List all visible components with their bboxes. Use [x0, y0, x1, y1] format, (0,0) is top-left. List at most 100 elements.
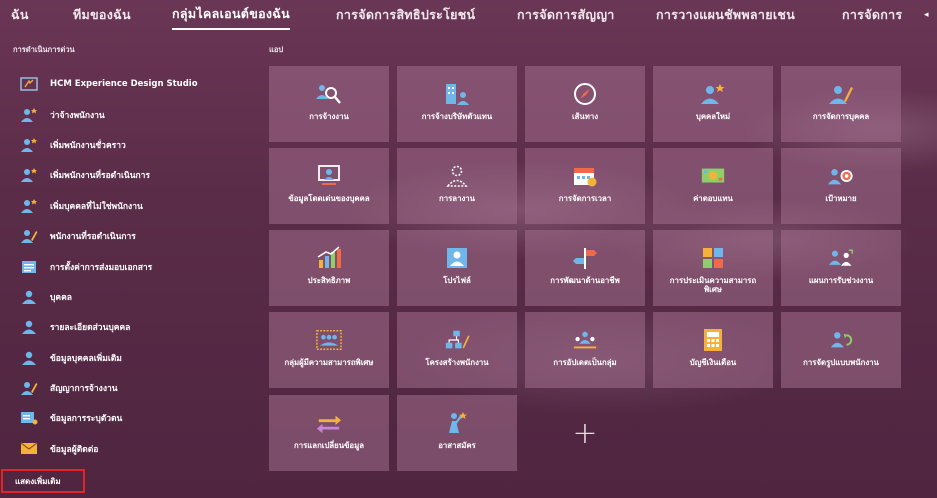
quick-action-label: บุคคล [50, 292, 72, 303]
tab-supply-chain-planning[interactable]: การวางแผนชัพพลายเชน [656, 0, 795, 30]
apps-title: แอป [269, 45, 284, 54]
compass-icon [572, 82, 598, 106]
hiring-icon [316, 82, 342, 106]
add-nonworker-icon [20, 198, 38, 214]
app-tile-agency-hiring[interactable]: การจ้างบริษัทตัวแทน [397, 66, 517, 142]
app-tile-volunteering[interactable]: อาสาสมัคร [397, 395, 517, 471]
quick-action-label: การตั้งค่าการส่งมอบเอกสาร [50, 262, 153, 273]
app-tile-career-development[interactable]: การพัฒนาด้านอาชีพ [525, 230, 645, 306]
app-tile-label: โครงสร้างพนักงาน [425, 358, 489, 367]
app-tile-label: การประเมินความสามารถพิเศษ [669, 276, 757, 294]
quick-action-label: รายละเอียดส่วนบุคคล [50, 323, 131, 334]
talent-review-icon [700, 246, 726, 270]
app-tile-workforce-modeling[interactable]: การจัดรูปแบบพนักงาน [781, 312, 901, 388]
app-tile-hiring[interactable]: การจ้างงาน [269, 66, 389, 142]
app-tile-workforce-structures[interactable]: โครงสร้างพนักงาน [397, 312, 517, 388]
app-tile-absences[interactable]: การลางาน [397, 148, 517, 224]
quick-actions-list: HCM Experience Design Studio ว่าจ้างพนัก… [20, 69, 260, 464]
app-tile-journeys[interactable]: เส้นทาง [525, 66, 645, 142]
app-tile-person-management[interactable]: การจัดการบุคคล [781, 66, 901, 142]
person-spotlight-icon [316, 164, 342, 188]
app-tile-label: การจัดรูปแบบพนักงาน [803, 358, 879, 367]
app-tile-mass-updates[interactable]: การอัปเดตเป็นกลุ่ม [525, 312, 645, 388]
quick-action-label: HCM Experience Design Studio [50, 79, 198, 90]
app-tile-label: กลุ่มผู้มีความสามารถพิเศษ [284, 358, 374, 367]
absence-icon [444, 164, 470, 188]
quick-action-document-delivery[interactable]: การตั้งค่าการส่งมอบเอกสาร [20, 251, 260, 281]
quick-action-label: ข้อมูลบุคคลเพิ่มเติม [50, 353, 122, 364]
app-tile-label: บัญชีเงินเดือน [689, 358, 737, 367]
app-tile-label: อาสาสมัคร [438, 441, 476, 450]
quick-action-label: เพิ่มพนักงานที่รอดำเนินการ [50, 171, 150, 182]
quick-action-person[interactable]: บุคคล [20, 282, 260, 312]
add-pending-worker-icon [20, 167, 38, 183]
app-tile-profiles[interactable]: โปรไฟล์ [397, 230, 517, 306]
show-more-button[interactable]: แสดงเพิ่มเติม [1, 469, 85, 493]
profile-icon [444, 246, 470, 270]
quick-action-label: ว่าจ้างพนักงาน [50, 110, 105, 121]
quick-action-add-contingent[interactable]: เพิ่มพนักงานชั่วคราว [20, 130, 260, 160]
app-tile-label: การจ้างบริษัทตัวแทน [421, 112, 493, 121]
app-tile-goals[interactable]: เป้าหมาย [781, 148, 901, 224]
more-tabs-arrow-icon[interactable]: ◂ [924, 10, 929, 20]
app-tile-label: บุคคลใหม่ [695, 112, 731, 121]
document-delivery-icon [20, 259, 38, 275]
app-tile-label: การลางาน [439, 194, 475, 203]
tab-management[interactable]: การจัดการ [842, 0, 902, 30]
workforce-structure-icon [444, 328, 470, 352]
app-tile-label: การอัปเดตเป็นกลุ่ม [553, 358, 617, 367]
quick-action-label: เพิ่มพนักงานชั่วคราว [50, 140, 126, 151]
app-tile-performance[interactable]: ประสิทธิภาพ [269, 230, 389, 306]
talent-pool-icon [316, 328, 342, 352]
add-app-plus-icon[interactable]: + [525, 395, 645, 471]
quick-action-label: พนักงานที่รอดำเนินการ [50, 232, 136, 243]
quick-action-contact-info[interactable]: ข้อมูลผู้ติดต่อ [20, 434, 260, 464]
app-tile-label: การจัดการเวลา [558, 194, 612, 203]
personal-details-icon [20, 319, 38, 335]
app-tile-label: แผนการรับช่วงงาน [808, 276, 874, 285]
quick-action-identification[interactable]: ข้อมูลการระบุตัวตน [20, 403, 260, 433]
compensation-icon [700, 164, 726, 188]
quick-action-label: ข้อมูลผู้ติดต่อ [50, 444, 99, 455]
app-tile-label: การพัฒนาด้านอาชีพ [550, 276, 620, 285]
quick-action-add-pending-worker[interactable]: เพิ่มพนักงานที่รอดำเนินการ [20, 160, 260, 190]
app-tile-label: การแลกเปลี่ยนข้อมูล [293, 441, 365, 450]
app-tile-payroll[interactable]: บัญชีเงินเดือน [653, 312, 773, 388]
tab-contract-management[interactable]: การจัดการสัญญา [517, 0, 615, 30]
tab-benefits-administration[interactable]: การจัดการสิทธิประโยชน์ [336, 0, 475, 30]
app-tile-compensation[interactable]: ค่าตอบแทน [653, 148, 773, 224]
identification-icon [20, 410, 38, 426]
app-tile-succession[interactable]: แผนการรับช่วงงาน [781, 230, 901, 306]
hire-employee-icon [20, 107, 38, 123]
quick-action-pending-workers[interactable]: พนักงานที่รอดำเนินการ [20, 221, 260, 251]
quick-action-label: สัญญาการจ้างงาน [50, 384, 118, 395]
employment-contract-icon [20, 380, 38, 396]
app-tile-label: การจ้างงาน [309, 112, 349, 121]
calendar-icon [572, 164, 598, 188]
tab-my-client-groups[interactable]: กลุ่มไคลเอนต์ของฉัน [172, 0, 290, 30]
tab-me[interactable]: ฉัน [11, 0, 29, 30]
workforce-modeling-icon [828, 328, 854, 352]
app-tile-time-management[interactable]: การจัดการเวลา [525, 148, 645, 224]
app-tile-new-person[interactable]: บุคคลใหม่ [653, 66, 773, 142]
quick-action-design-studio[interactable]: HCM Experience Design Studio [20, 69, 260, 99]
quick-action-additional-info[interactable]: ข้อมูลบุคคลเพิ่มเติม [20, 343, 260, 373]
quick-action-personal-details[interactable]: รายละเอียดส่วนบุคคล [20, 312, 260, 342]
app-tile-data-exchange[interactable]: การแลกเปลี่ยนข้อมูล [269, 395, 389, 471]
app-tile-talent-pools[interactable]: กลุ่มผู้มีความสามารถพิเศษ [269, 312, 389, 388]
tab-my-team[interactable]: ทีมของฉัน [73, 0, 131, 30]
mass-update-icon [572, 328, 598, 352]
app-tile-label: ค่าตอบแทน [693, 194, 733, 203]
quick-action-add-nonworker[interactable]: เพิ่มบุคคลที่ไม่ใช่พนักงาน [20, 191, 260, 221]
person-icon [20, 289, 38, 305]
app-tile-talent-review[interactable]: การประเมินความสามารถพิเศษ [653, 230, 773, 306]
quick-action-employment-contract[interactable]: สัญญาการจ้างงาน [20, 373, 260, 403]
career-development-icon [572, 246, 598, 270]
quick-action-label: เพิ่มบุคคลที่ไม่ใช่พนักงาน [50, 201, 143, 212]
app-tile-label: เส้นทาง [571, 112, 599, 121]
goals-icon [828, 164, 854, 188]
app-tile-person-spotlight[interactable]: ข้อมูลโดดเด่นของบุคคล [269, 148, 389, 224]
person-management-icon [828, 82, 854, 106]
quick-action-hire-employee[interactable]: ว่าจ้างพนักงาน [20, 99, 260, 129]
app-tile-label: เป้าหมาย [825, 194, 857, 203]
